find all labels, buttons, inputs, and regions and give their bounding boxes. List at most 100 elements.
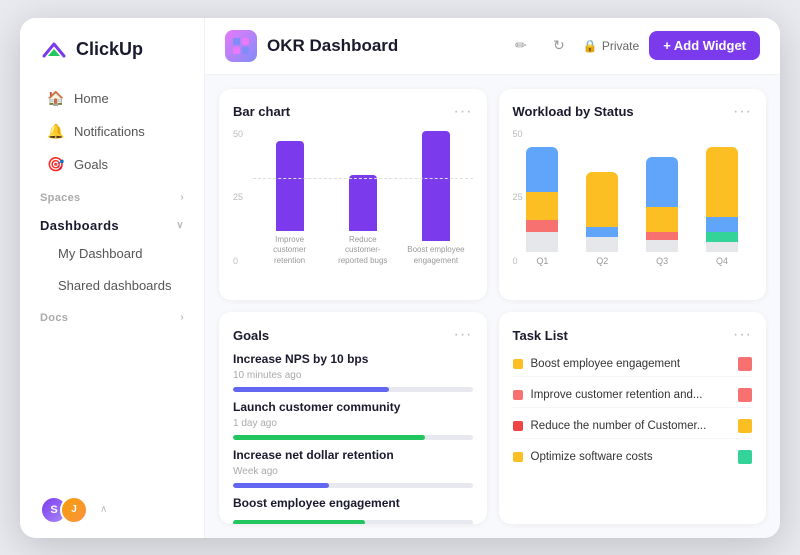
goal-time-3: Week ago <box>233 466 473 477</box>
q4-seg-green <box>706 232 738 242</box>
edit-button[interactable]: ✏ <box>507 32 535 60</box>
task-flag-3 <box>738 419 752 433</box>
bar-label-3: Boost employeeengagement <box>407 245 464 266</box>
sidebar-item-home[interactable]: 🏠 Home <box>28 83 196 115</box>
workload-y-labels: 50 25 0 <box>513 129 523 267</box>
add-widget-button[interactable]: + Add Widget <box>649 31 760 60</box>
sidebar-item-my-dashboard[interactable]: My Dashboard <box>28 238 196 269</box>
task-name-2: Improve customer retention and... <box>531 389 731 401</box>
workload-title: Workload by Status <box>513 104 634 119</box>
my-dashboard-label: My Dashboard <box>58 246 143 261</box>
logo-text: ClickUp <box>76 39 143 60</box>
bar-chart-area: 50 25 0 Improve customerretention Reduce… <box>233 129 473 287</box>
bar-chart-menu[interactable]: ··· <box>454 103 473 121</box>
task-name-4: Optimize software costs <box>531 451 731 463</box>
goals-card: Goals ··· Increase NPS by 10 bps 10 minu… <box>219 312 487 524</box>
q1-bar-group: Q1 <box>526 147 558 266</box>
q3-seg-red <box>646 232 678 240</box>
clickup-logo-icon <box>40 36 68 64</box>
bar-2 <box>349 175 377 231</box>
q1-label: Q1 <box>536 256 548 266</box>
wl-y-25: 25 <box>513 192 523 202</box>
spaces-arrow: › <box>180 192 184 203</box>
q4-bar <box>706 147 738 252</box>
sidebar-item-goals[interactable]: 🎯 Goals <box>28 149 196 181</box>
private-label: Private <box>602 39 639 53</box>
goal-name-3: Increase net dollar retention <box>233 448 473 462</box>
bar-chart-card: Bar chart ··· 50 25 0 Improve customer <box>219 89 487 301</box>
workload-menu[interactable]: ··· <box>733 103 752 121</box>
task-list: Boost employee engagement Improve custom… <box>513 352 753 510</box>
q3-seg-blue <box>646 157 678 207</box>
task-dot-2 <box>513 390 523 400</box>
workload-chart-card: Workload by Status ··· 50 25 0 <box>499 89 767 301</box>
docs-arrow: › <box>180 312 184 323</box>
bar-3 <box>422 131 450 241</box>
task-list-title: Task List <box>513 328 568 343</box>
sidebar-item-shared-dashboards[interactable]: Shared dashboards <box>28 270 196 301</box>
user-avatars[interactable]: S J <box>40 496 88 524</box>
dashed-line <box>253 178 473 179</box>
dashboards-label: Dashboards <box>40 218 119 233</box>
goal-item-4: Boost employee engagement <box>233 496 473 524</box>
goal-progress-fill-2 <box>233 435 425 440</box>
q4-label: Q4 <box>716 256 728 266</box>
task-name-3: Reduce the number of Customer... <box>531 420 731 432</box>
bar-chart-title: Bar chart <box>233 104 290 119</box>
goals-title: Goals <box>233 328 269 343</box>
goal-time-1: 10 minutes ago <box>233 370 473 381</box>
bell-icon: 🔔 <box>48 124 64 140</box>
goal-progress-bar-3 <box>233 483 473 488</box>
q2-bar <box>586 172 618 252</box>
sidebar-footer: S J ∧ <box>20 482 204 538</box>
app-window: ClickUp 🏠 Home 🔔 Notifications 🎯 Goals S… <box>20 18 780 538</box>
bar-group-3: Boost employeeengagement <box>399 131 472 266</box>
goals-header: Goals ··· <box>233 326 473 344</box>
q1-seg-red <box>526 220 558 232</box>
bar-group-1: Improve customerretention <box>253 141 326 266</box>
sidebar-docs-section: Docs › <box>20 302 204 328</box>
goal-item-2: Launch customer community 1 day ago <box>233 400 473 440</box>
task-flag-1 <box>738 357 752 371</box>
q2-bar-group: Q2 <box>586 172 618 266</box>
q1-seg-blue <box>526 147 558 192</box>
y-axis-labels: 50 25 0 <box>233 129 243 267</box>
workload-header: Workload by Status ··· <box>513 103 753 121</box>
goal-name-4: Boost employee engagement <box>233 496 473 510</box>
q3-bar <box>646 157 678 252</box>
bar-label-1: Improve customerretention <box>260 235 320 266</box>
workload-bars: 50 25 0 Q1 <box>513 129 753 287</box>
home-icon: 🏠 <box>48 91 64 107</box>
y-label-25: 25 <box>233 192 243 202</box>
bar-chart-grid: 50 25 0 Improve customerretention Reduce… <box>233 129 473 287</box>
q3-bar-group: Q3 <box>646 157 678 266</box>
bar-group-2: Reduce customer-reported bugs <box>326 175 399 266</box>
dashboards-arrow: ∨ <box>176 220 184 231</box>
task-item-3: Reduce the number of Customer... <box>513 414 753 439</box>
task-list-menu[interactable]: ··· <box>733 326 752 344</box>
shared-dashboards-label: Shared dashboards <box>58 278 171 293</box>
refresh-button[interactable]: ↻ <box>545 32 573 60</box>
goals-icon: 🎯 <box>48 157 64 173</box>
sidebar-spaces-section: Spaces › <box>20 182 204 208</box>
sidebar-goals-label: Goals <box>74 157 108 172</box>
avatar-j: J <box>60 496 88 524</box>
task-list-card: Task List ··· Boost employee engagement … <box>499 312 767 524</box>
workload-chart-area: 50 25 0 Q1 <box>513 129 753 287</box>
q2-label: Q2 <box>596 256 608 266</box>
q3-label: Q3 <box>656 256 668 266</box>
q4-seg-gray <box>706 242 738 252</box>
goal-progress-fill-4 <box>233 520 365 524</box>
task-item-2: Improve customer retention and... <box>513 383 753 408</box>
task-flag-2 <box>738 388 752 402</box>
q3-seg-gray <box>646 240 678 252</box>
bar-label-2: Reduce customer-reported bugs <box>333 235 393 266</box>
y-label-50: 50 <box>233 129 243 139</box>
sidebar-dashboards-section[interactable]: Dashboards ∨ <box>20 208 204 237</box>
footer-chevron: ∧ <box>100 504 107 515</box>
goals-menu[interactable]: ··· <box>454 326 473 344</box>
q1-seg-yellow <box>526 192 558 220</box>
q1-seg-gray <box>526 232 558 252</box>
goal-name-2: Launch customer community <box>233 400 473 414</box>
sidebar-item-notifications[interactable]: 🔔 Notifications <box>28 116 196 148</box>
